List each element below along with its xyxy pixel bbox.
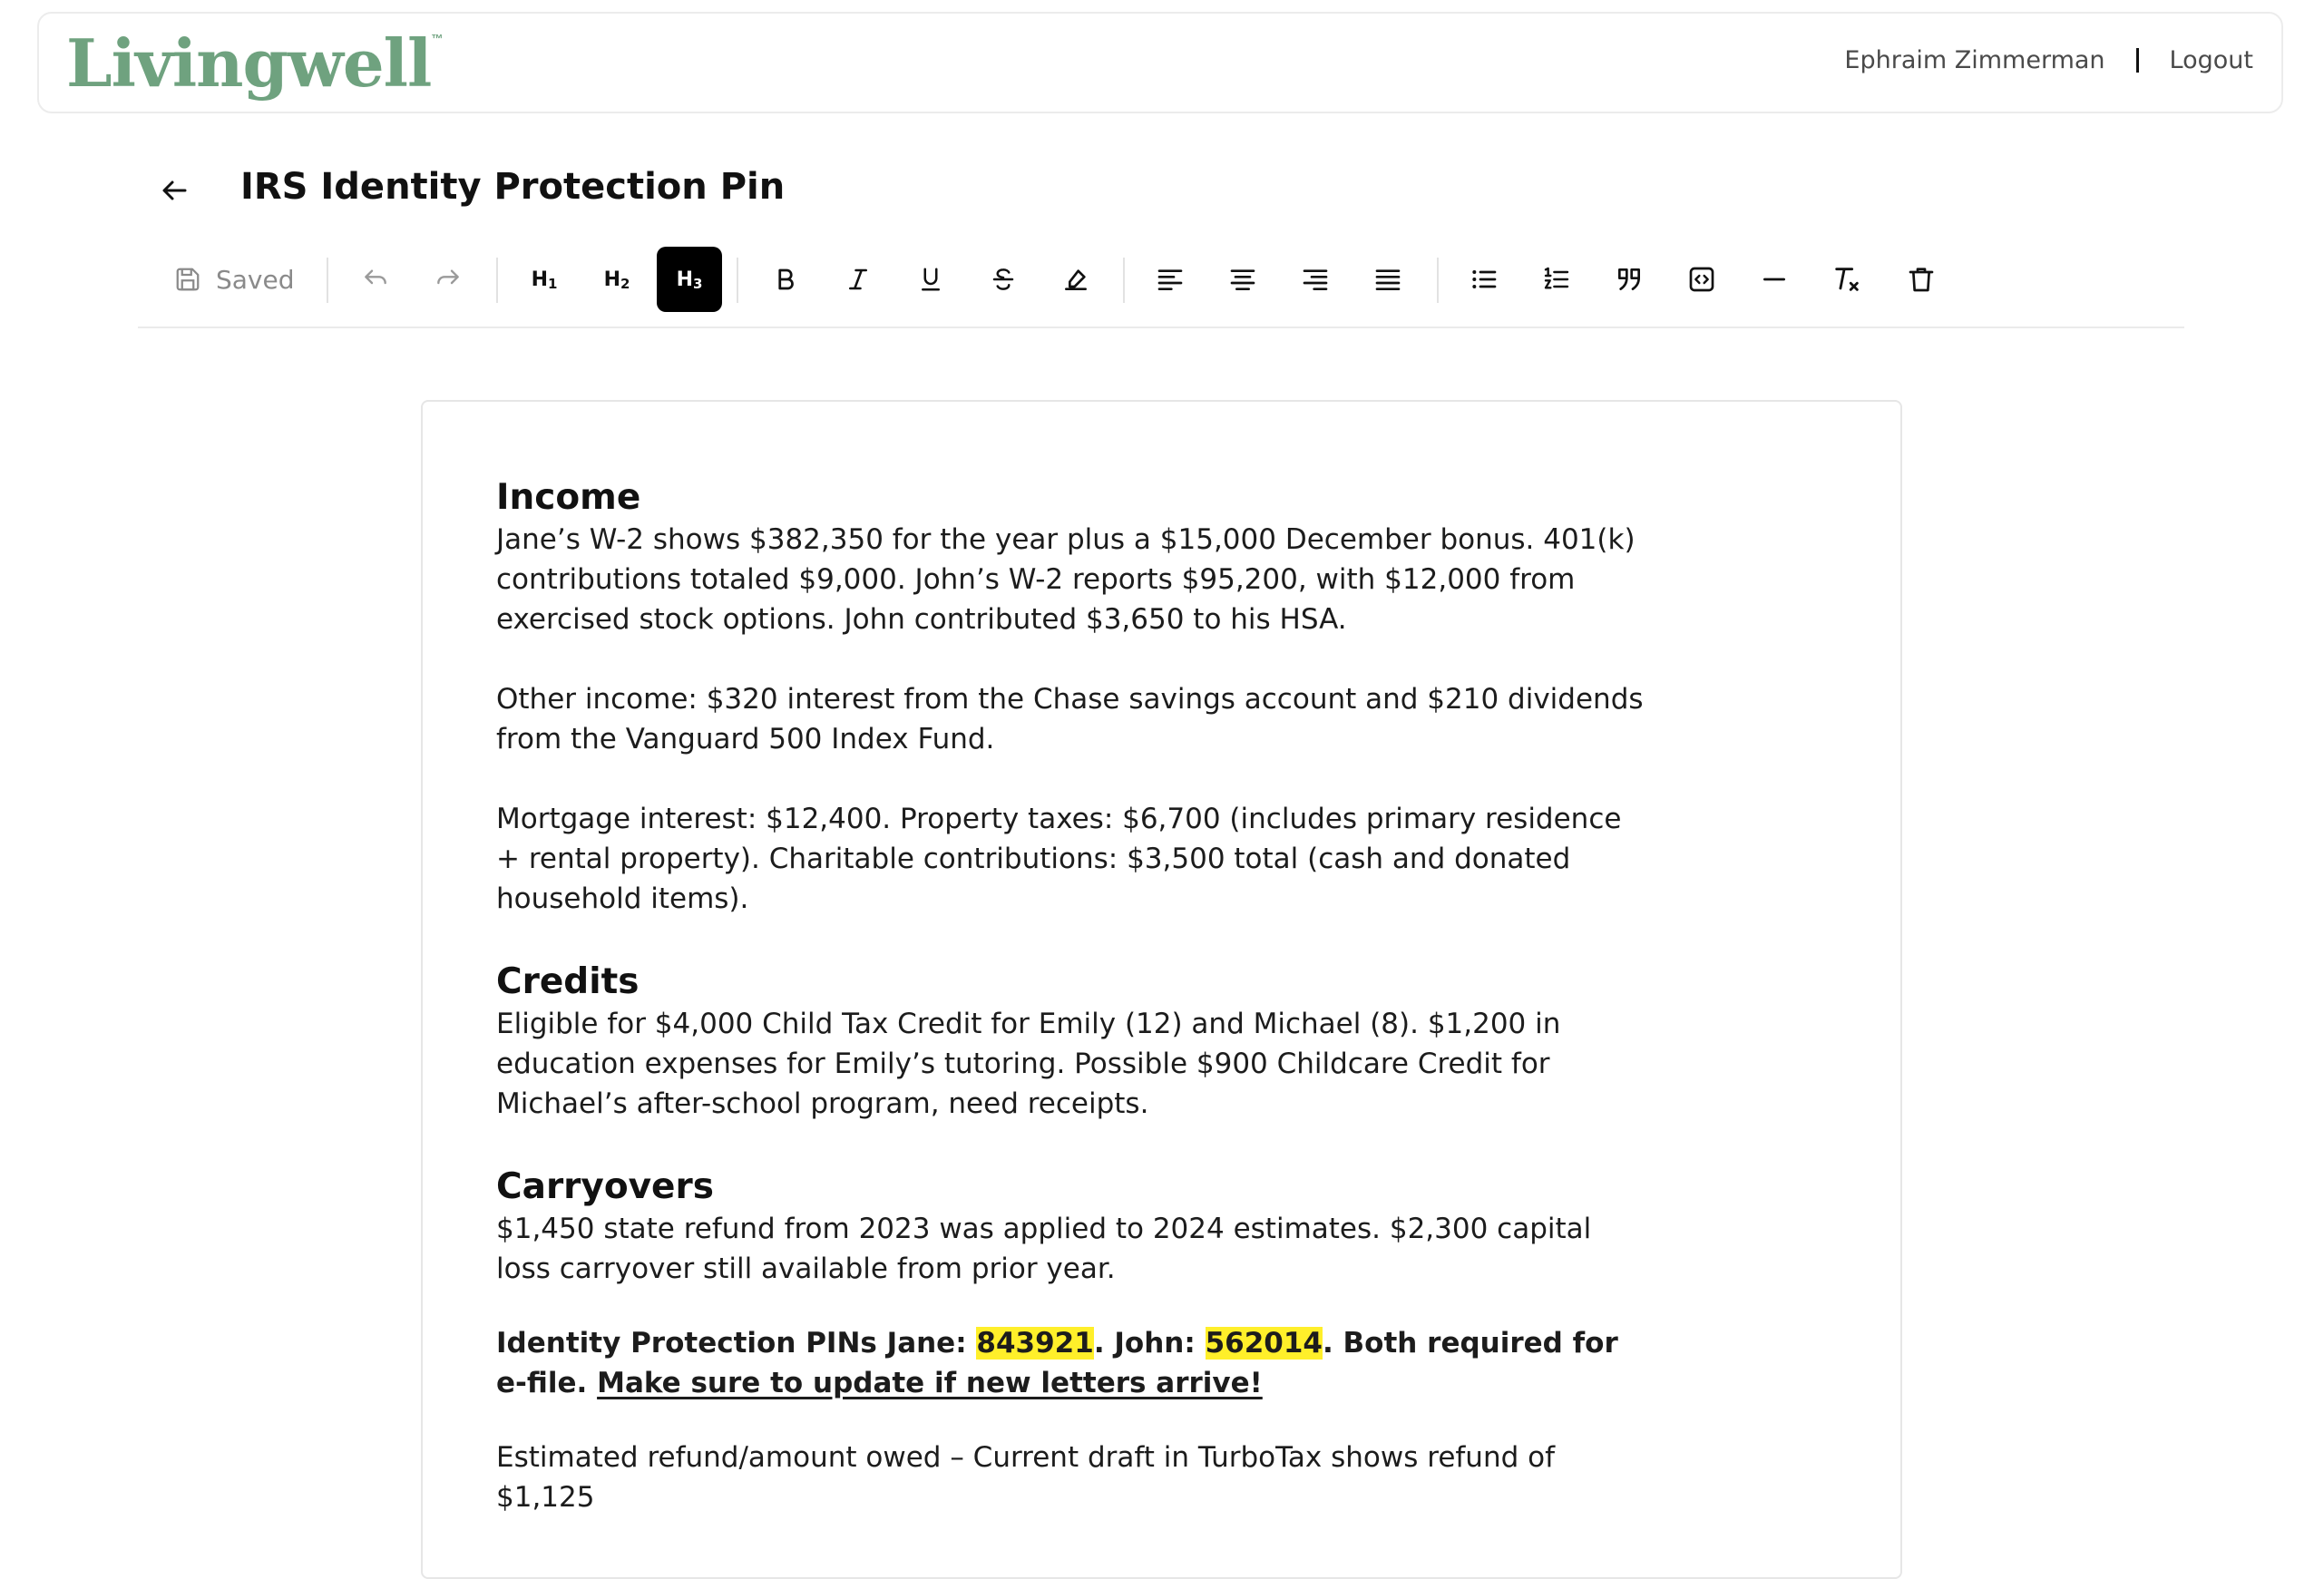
paragraph-income-w2: Jane’s W-2 shows $382,350 for the year p…	[496, 523, 1636, 636]
delete-button[interactable]	[1889, 247, 1954, 312]
highlight-button[interactable]	[1043, 247, 1108, 312]
align-center-icon	[1230, 269, 1255, 290]
paragraph-deductions: Mortgage interest: $12,400. Property tax…	[496, 803, 1622, 915]
redo-icon	[437, 269, 459, 285]
toolbar-divider	[327, 258, 328, 303]
code-block-button[interactable]	[1669, 247, 1734, 312]
redo-button[interactable]	[415, 247, 481, 312]
bullet-list-icon	[1472, 270, 1497, 288]
document-editor[interactable]: Income Jane’s W-2 shows $382,350 for the…	[421, 400, 1902, 1579]
bullet-list-button[interactable]	[1451, 247, 1517, 312]
livingwell-logo[interactable]: Livingwell™	[66, 21, 443, 106]
italic-button[interactable]	[825, 247, 891, 312]
numbered-list-button[interactable]	[1524, 247, 1589, 312]
heading-3-button[interactable]: H3	[657, 247, 722, 312]
top-header: Livingwell™ Ephraim Zimmerman Logout	[37, 12, 2283, 113]
header-divider	[2135, 48, 2139, 73]
trash-icon	[1909, 268, 1934, 292]
align-justify-icon	[1375, 269, 1401, 290]
align-right-icon	[1303, 269, 1328, 290]
horizontal-rule-button[interactable]	[1742, 247, 1807, 312]
h1-icon: H1	[531, 268, 558, 292]
strikethrough-button[interactable]	[971, 247, 1036, 312]
toolbar-divider	[496, 258, 498, 303]
saved-label: Saved	[216, 264, 295, 295]
italic-icon	[849, 268, 867, 290]
arrow-left-icon	[162, 180, 187, 200]
heading-credits: Credits	[496, 961, 640, 1002]
logout-link[interactable]: Logout	[2170, 46, 2253, 74]
heading-2-button[interactable]: H2	[584, 247, 649, 312]
back-button[interactable]	[156, 171, 192, 210]
clear-formatting-icon	[1835, 268, 1859, 291]
logo-text: Livingwell	[66, 24, 432, 102]
paragraph-other-income: Other income: $320 interest from the Cha…	[496, 683, 1644, 755]
user-area: Ephraim Zimmerman Logout	[1844, 46, 2253, 74]
editor-toolbar: Saved H1 H2 H3	[138, 245, 2184, 328]
user-name: Ephraim Zimmerman	[1844, 46, 2105, 74]
heading-1-button[interactable]: H1	[512, 247, 577, 312]
align-right-button[interactable]	[1283, 247, 1348, 312]
highlighted-pin-john: 562014	[1205, 1327, 1323, 1360]
bold-button[interactable]	[753, 247, 818, 312]
quote-icon	[1618, 268, 1640, 290]
undo-button[interactable]	[343, 247, 408, 312]
pin-heading: Identity Protection PINs Jane: 843921. J…	[496, 1327, 1618, 1399]
clear-formatting-button[interactable]	[1814, 247, 1880, 312]
highlighter-icon	[1065, 269, 1087, 290]
align-left-button[interactable]	[1138, 247, 1203, 312]
document-title[interactable]: IRS Identity Protection Pin	[240, 166, 785, 208]
bold-icon	[778, 268, 794, 290]
paragraph-credits: Eligible for $4,000 Child Tax Credit for…	[496, 1008, 1561, 1120]
align-left-icon	[1157, 269, 1183, 290]
underline-icon	[922, 268, 940, 291]
highlighted-pin-jane: 843921	[976, 1327, 1094, 1360]
strikethrough-icon	[992, 268, 1014, 290]
toolbar-divider	[737, 258, 738, 303]
horizontal-rule-icon	[1763, 278, 1785, 281]
underline-button[interactable]	[898, 247, 963, 312]
align-center-button[interactable]	[1210, 247, 1275, 312]
toolbar-divider	[1437, 258, 1439, 303]
align-justify-button[interactable]	[1355, 247, 1421, 312]
underlined-reminder: Make sure to update if new letters arriv…	[597, 1367, 1263, 1399]
saved-status: Saved	[174, 261, 295, 297]
undo-icon	[365, 269, 386, 285]
blockquote-button[interactable]	[1597, 247, 1662, 312]
h2-icon: H2	[603, 268, 630, 292]
h3-icon: H3	[676, 268, 703, 292]
numbered-list-icon	[1544, 267, 1569, 289]
heading-income: Income	[496, 477, 641, 518]
heading-carryovers: Carryovers	[496, 1166, 714, 1207]
toolbar-divider	[1123, 258, 1125, 303]
save-icon	[176, 268, 200, 291]
paragraph-carryovers: $1,450 state refund from 2023 was applie…	[496, 1213, 1592, 1285]
code-block-icon	[1689, 267, 1714, 292]
editor-content[interactable]: Income Jane’s W-2 shows $382,350 for the…	[496, 476, 1648, 1517]
trademark-mark: ™	[431, 32, 444, 45]
